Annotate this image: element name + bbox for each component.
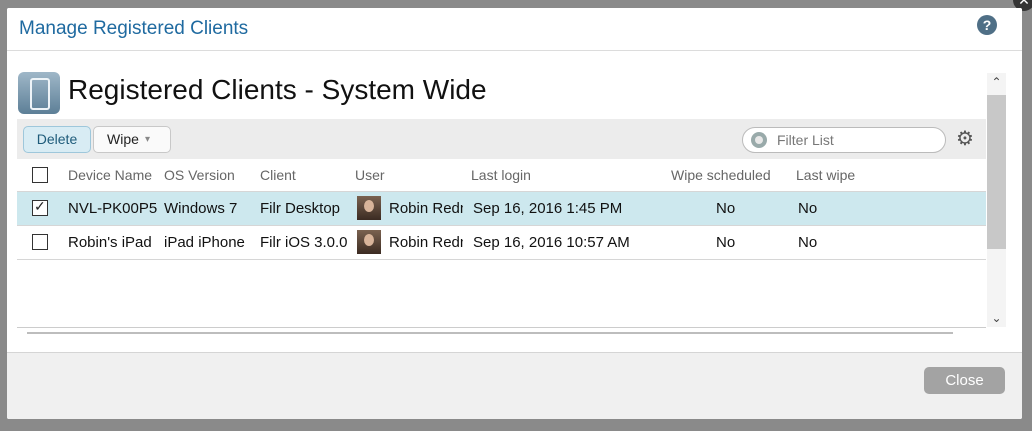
manage-clients-dialog: Manage Registered Clients ? Registered C… (7, 8, 1022, 419)
user-cell: Robin Redmond (389, 234, 463, 251)
panel-title: Registered Clients - System Wide (68, 74, 487, 105)
close-button[interactable]: Close (924, 367, 1005, 394)
scrollbar-thumb[interactable] (987, 95, 1006, 249)
chevron-down-icon[interactable]: ⌄ (987, 311, 1006, 325)
table-row[interactable]: NVL-PK00P5 Windows 7 Filr Desktop Robin … (17, 192, 986, 226)
column-header-client[interactable]: Client (260, 167, 296, 183)
column-header-user[interactable]: User (355, 167, 385, 183)
user-cell: Robin Redmond (389, 200, 463, 217)
column-header-last-login[interactable]: Last login (471, 167, 531, 183)
chevron-up-icon[interactable]: ⌃ (987, 75, 1006, 89)
table-row[interactable]: Robin's iPad iPad iPhone Filr iOS 3.0.0 … (17, 226, 986, 260)
help-icon[interactable]: ? (977, 15, 997, 35)
gear-icon[interactable]: ⚙ (955, 129, 975, 149)
wipe-dropdown-button[interactable]: Wipe ▾ (93, 126, 171, 153)
wipe-scheduled-cell: No (716, 234, 736, 251)
column-header-wipe-scheduled[interactable]: Wipe scheduled (671, 167, 771, 183)
wipe-label: Wipe (107, 131, 139, 147)
clients-grid: Delete Wipe ▾ ⚙ Device Name OS Version C… (17, 119, 986, 328)
vertical-scrollbar[interactable]: ⌃ ⌄ (987, 73, 1006, 327)
device-name-cell: Robin's iPad (68, 234, 152, 251)
row-checkbox[interactable] (32, 234, 48, 250)
chevron-down-icon: ▾ (145, 134, 151, 145)
row-checkbox[interactable] (32, 198, 48, 216)
filter-icon (751, 132, 767, 148)
wipe-scheduled-cell: No (716, 200, 736, 217)
avatar (357, 230, 381, 254)
dialog-footer: Close (7, 352, 1022, 419)
horizontal-scrollbar[interactable] (27, 332, 953, 334)
last-login-cell: Sep 16, 2016 10:57 AM (473, 234, 630, 251)
os-version-cell: iPad iPhone (164, 234, 245, 251)
column-header-last-wipe[interactable]: Last wipe (796, 167, 855, 183)
filter-field[interactable] (742, 127, 946, 153)
last-wipe-cell: No (798, 234, 818, 251)
client-cell: Filr iOS 3.0.0 (260, 234, 347, 251)
select-all-checkbox[interactable] (32, 167, 48, 183)
device-name-cell: NVL-PK00P5 (68, 200, 157, 217)
column-header-device-name[interactable]: Device Name (68, 167, 152, 183)
dialog-header: Manage Registered Clients ? (7, 8, 1022, 51)
delete-button[interactable]: Delete (23, 126, 91, 153)
grid-toolbar: Delete Wipe ▾ ⚙ (17, 119, 986, 159)
avatar (357, 196, 381, 220)
mobile-device-icon (18, 72, 60, 114)
filter-input[interactable] (775, 130, 939, 150)
column-header-os-version[interactable]: OS Version (164, 167, 235, 183)
table-header: Device Name OS Version Client User Last … (17, 159, 986, 192)
dialog-title: Manage Registered Clients (19, 18, 249, 39)
client-cell: Filr Desktop (260, 200, 341, 217)
last-login-cell: Sep 16, 2016 1:45 PM (473, 200, 623, 217)
last-wipe-cell: No (798, 200, 818, 217)
os-version-cell: Windows 7 (164, 200, 238, 217)
